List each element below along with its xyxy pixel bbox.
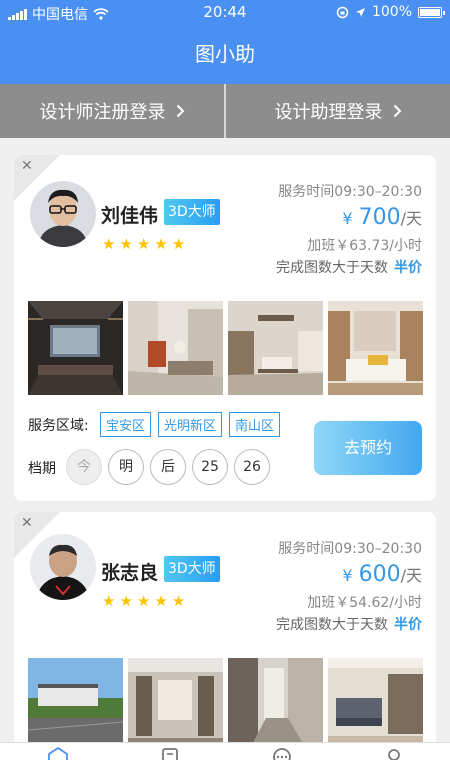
level-badge: 3D大师 [164, 199, 220, 225]
star-icon: ★ [119, 592, 133, 610]
designer-name: 刘佳伟 [101, 205, 159, 227]
nav-bar: 图小助 [0, 26, 450, 84]
rotation-lock-icon [336, 6, 349, 18]
completion-text: 完成图数大于天数 [276, 617, 388, 633]
assistant-login-label: 设计助理登录 [274, 102, 383, 123]
schedule-day[interactable]: 明 [108, 449, 144, 485]
half-price-label: 半价 [394, 260, 422, 276]
avatar [30, 534, 96, 600]
chevron-right-icon [176, 104, 184, 118]
schedule-day[interactable]: 今 [66, 449, 102, 485]
book-button[interactable]: 去预约 [314, 421, 422, 475]
portfolio-photos [28, 658, 423, 752]
portfolio-photo[interactable] [128, 658, 223, 752]
star-icon: ★ [154, 592, 168, 610]
overtime-rate: 加班￥54.62/小时 [307, 595, 422, 611]
status-bar: 中国电信 20:44 100% [0, 0, 450, 26]
star-icon: ★ [102, 235, 116, 253]
designer-login-button[interactable]: 设计师注册登录 [0, 84, 224, 138]
designer-card[interactable]: ✕ 刘佳伟 3D大师 ★ ★ ★ ★ ★ 服务时间09:30–20:30 ¥700/天 … [14, 155, 436, 501]
portfolio-photo[interactable] [128, 301, 223, 395]
schedule-label: 档期 [28, 461, 56, 477]
price-currency: ¥ [342, 209, 353, 228]
service-time: 服务时间09:30–20:30 [278, 184, 422, 200]
assistant-login-button[interactable]: 设计助理登录 [226, 84, 450, 138]
completion-text: 完成图数大于天数 [276, 260, 388, 276]
price-currency: ¥ [342, 566, 353, 585]
tab-bar [0, 742, 450, 760]
battery-percent: 100% [371, 4, 412, 20]
orders-tab-icon[interactable] [158, 747, 182, 760]
completion-note: 完成图数大于天数 半价 [276, 257, 422, 277]
home-tab-icon[interactable] [46, 747, 70, 760]
portfolio-photo[interactable] [28, 301, 123, 395]
schedule-day[interactable]: 26 [234, 449, 270, 485]
price-unit: /天 [400, 209, 422, 228]
portfolio-photo[interactable] [228, 658, 323, 752]
rating-stars: ★ ★ ★ ★ ★ [102, 235, 185, 253]
service-area-tags: 宝安区 光明新区 南山区 [100, 412, 281, 437]
portfolio-photo[interactable] [328, 301, 423, 395]
schedule-days: 今 明 后 25 26 [66, 449, 270, 485]
price: ¥700/天 [342, 205, 422, 230]
star-icon: ★ [154, 235, 168, 253]
avatar [30, 181, 96, 247]
completion-note: 完成图数大于天数 半价 [276, 614, 422, 634]
service-time: 服务时间09:30–20:30 [278, 541, 422, 557]
star-icon: ★ [171, 592, 186, 610]
star-icon: ★ [102, 592, 116, 610]
area-tag[interactable]: 宝安区 [100, 412, 152, 437]
price-unit: /天 [400, 566, 422, 585]
profile-tab-icon[interactable] [382, 747, 406, 760]
service-area-label: 服务区域: [28, 418, 89, 434]
price-amount: 700 [358, 205, 401, 230]
designer-name: 张志良 [101, 562, 159, 584]
portfolio-photo[interactable] [28, 658, 123, 752]
login-bar: 设计师注册登录 设计助理登录 [0, 84, 450, 138]
overtime-rate: 加班￥63.73/小时 [307, 238, 422, 254]
portfolio-photo[interactable] [328, 658, 423, 752]
portfolio-photos [28, 301, 423, 395]
price-amount: 600 [358, 562, 401, 587]
close-icon[interactable]: ✕ [21, 515, 33, 531]
price: ¥600/天 [342, 562, 422, 587]
designer-card[interactable]: ✕ 张志良 3D大师 ★ ★ ★ ★ ★ 服务时间09:30–20:30 ¥600/天 … [14, 512, 436, 752]
area-tag[interactable]: 光明新区 [158, 412, 223, 437]
portfolio-photo[interactable] [228, 301, 323, 395]
page-title: 图小助 [195, 42, 255, 66]
location-arrow-icon [355, 7, 365, 17]
star-icon: ★ [136, 235, 151, 253]
chevron-right-icon [393, 104, 401, 118]
close-icon[interactable]: ✕ [21, 158, 33, 174]
half-price-label: 半价 [394, 617, 422, 633]
battery-icon [418, 6, 445, 18]
area-tag[interactable]: 南山区 [229, 412, 281, 437]
rating-stars: ★ ★ ★ ★ ★ [102, 592, 185, 610]
level-badge: 3D大师 [164, 556, 220, 582]
star-icon: ★ [136, 592, 151, 610]
schedule-day[interactable]: 25 [192, 449, 228, 485]
schedule-day[interactable]: 后 [150, 449, 186, 485]
star-icon: ★ [119, 235, 133, 253]
message-tab-icon[interactable] [270, 747, 294, 760]
star-icon: ★ [171, 235, 186, 253]
designer-login-label: 设计师注册登录 [39, 102, 166, 123]
